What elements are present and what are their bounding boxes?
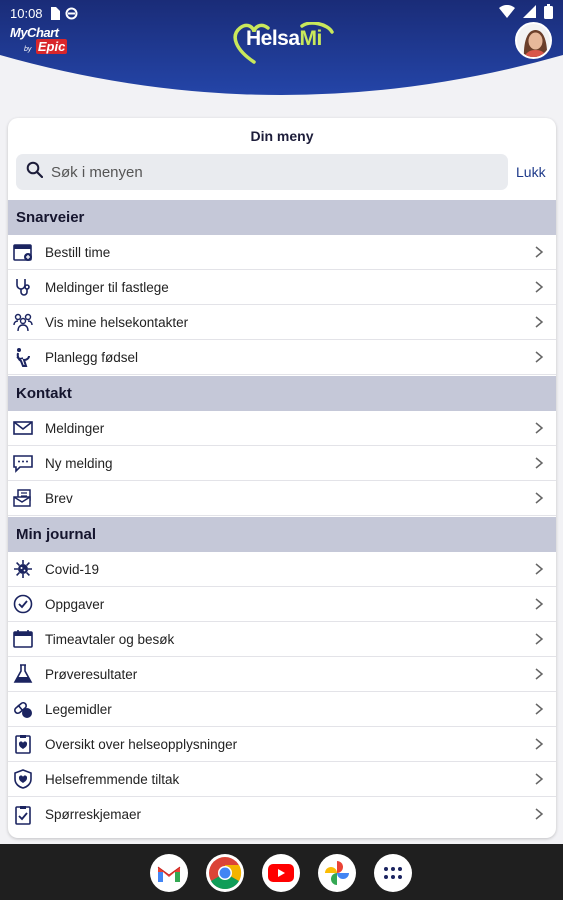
app-drawer-icon[interactable]: [374, 854, 412, 892]
gmail-icon[interactable]: [150, 854, 188, 892]
chevron-right-icon: [535, 808, 544, 820]
menu-item-meldinger[interactable]: Meldinger: [8, 411, 556, 446]
menu-item-timeavtaler[interactable]: Timeavtaler og besøk: [8, 622, 556, 657]
stethoscope-icon: [12, 276, 34, 298]
calendar-add-icon: [12, 241, 34, 263]
chevron-right-icon: [535, 351, 544, 363]
menu-card: Din meny Søk i menyen Lukk Snarveier Bes…: [8, 118, 556, 838]
chevron-right-icon: [535, 316, 544, 328]
chevron-right-icon: [535, 422, 544, 434]
menu-item-label: Prøveresultater: [45, 666, 138, 682]
menu-item-label: Oversikt over helseopplysninger: [45, 736, 238, 752]
menu-item-label: Covid-19: [45, 561, 100, 577]
menu-item-label: Oppgaver: [45, 596, 105, 612]
menu-item-label: Meldinger til fastlege: [45, 279, 169, 295]
menu-item-helsefremmende[interactable]: Helsefremmende tiltak: [8, 762, 556, 797]
close-button[interactable]: Lukk: [516, 164, 546, 180]
chat-bubble-icon: [12, 452, 34, 474]
mychart-logo: MyChart by Epic: [10, 25, 68, 54]
chevron-right-icon: [535, 563, 544, 575]
section-header-kontakt: Kontakt: [8, 376, 556, 411]
menu-item-label: Meldinger: [45, 420, 105, 436]
menu-item-label: Spørreskjemaer: [45, 807, 142, 822]
menu-item-label: Helsefremmende tiltak: [45, 771, 180, 787]
chevron-right-icon: [535, 598, 544, 610]
envelope-icon: [12, 417, 34, 439]
menu-item-label: Brev: [45, 490, 73, 506]
avatar[interactable]: [515, 22, 552, 59]
menu-item-helsekontakter[interactable]: Vis mine helsekontakter: [8, 305, 556, 340]
flask-icon: [12, 663, 34, 685]
virus-icon: [12, 558, 34, 580]
search-placeholder: Søk i menyen: [51, 163, 143, 181]
calendar-icon: [12, 628, 34, 650]
search-input[interactable]: Søk i menyen: [16, 154, 508, 190]
menu-item-meldinger-fastlege[interactable]: Meldinger til fastlege: [8, 270, 556, 305]
chevron-right-icon: [535, 703, 544, 715]
menu-item-label: Ny melding: [45, 455, 113, 471]
section-header-snarveier: Snarveier: [8, 200, 556, 235]
menu-item-label: Vis mine helsekontakter: [45, 314, 189, 330]
menu-item-label: Bestill time: [45, 244, 111, 260]
app-header: 10:08 MyChart by Epic HelsaMi: [0, 0, 563, 110]
sim-icon: [49, 6, 60, 20]
chevron-right-icon: [535, 668, 544, 680]
pills-icon: [12, 698, 34, 720]
menu-item-ny-melding[interactable]: Ny melding: [8, 446, 556, 481]
menu-item-sporreskjemaer[interactable]: Spørreskjemaer: [8, 797, 556, 832]
chevron-right-icon: [535, 457, 544, 469]
menu-item-label: Planlegg fødsel: [45, 349, 139, 365]
menu-item-label: Legemidler: [45, 701, 112, 717]
menu-item-bestill-time[interactable]: Bestill time: [8, 235, 556, 270]
letter-icon: [12, 487, 34, 509]
health-summary-icon: [12, 733, 34, 755]
chevron-right-icon: [535, 281, 544, 293]
chevron-right-icon: [535, 773, 544, 785]
shield-heart-icon: [12, 768, 34, 790]
cell-signal-icon: [523, 5, 536, 21]
menu-item-oppgaver[interactable]: Oppgaver: [8, 587, 556, 622]
status-time: 10:08: [10, 5, 43, 21]
menu-item-legemidler[interactable]: Legemidler: [8, 692, 556, 727]
questionnaire-icon: [12, 804, 34, 826]
chevron-right-icon: [535, 246, 544, 258]
menu-title: Din meny: [250, 128, 314, 144]
battery-icon: [544, 4, 553, 22]
photos-icon[interactable]: [318, 854, 356, 892]
menu-item-label: Timeavtaler og besøk: [45, 631, 175, 647]
system-dock: [0, 844, 563, 900]
wifi-icon: [499, 4, 515, 21]
check-circle-icon: [12, 593, 34, 615]
status-bar: 10:08: [10, 4, 553, 22]
app-brand: HelsaMi: [246, 27, 322, 50]
section-header-min-journal: Min journal: [8, 517, 556, 552]
care-team-icon: [12, 311, 34, 333]
search-icon: [26, 161, 44, 183]
menu-item-covid-19[interactable]: Covid-19: [8, 552, 556, 587]
menu-item-helseopplysninger[interactable]: Oversikt over helseopplysninger: [8, 727, 556, 762]
chrome-icon[interactable]: [206, 854, 244, 892]
menu-item-brev[interactable]: Brev: [8, 481, 556, 516]
birth-plan-icon: [12, 346, 34, 368]
chevron-right-icon: [535, 492, 544, 504]
chevron-right-icon: [535, 633, 544, 645]
menu-item-proveresultater[interactable]: Prøveresultater: [8, 657, 556, 692]
youtube-icon[interactable]: [262, 854, 300, 892]
chevron-right-icon: [535, 738, 544, 750]
menu-item-planlegg-fodsel[interactable]: Planlegg fødsel: [8, 340, 556, 375]
sync-icon: [65, 7, 78, 20]
